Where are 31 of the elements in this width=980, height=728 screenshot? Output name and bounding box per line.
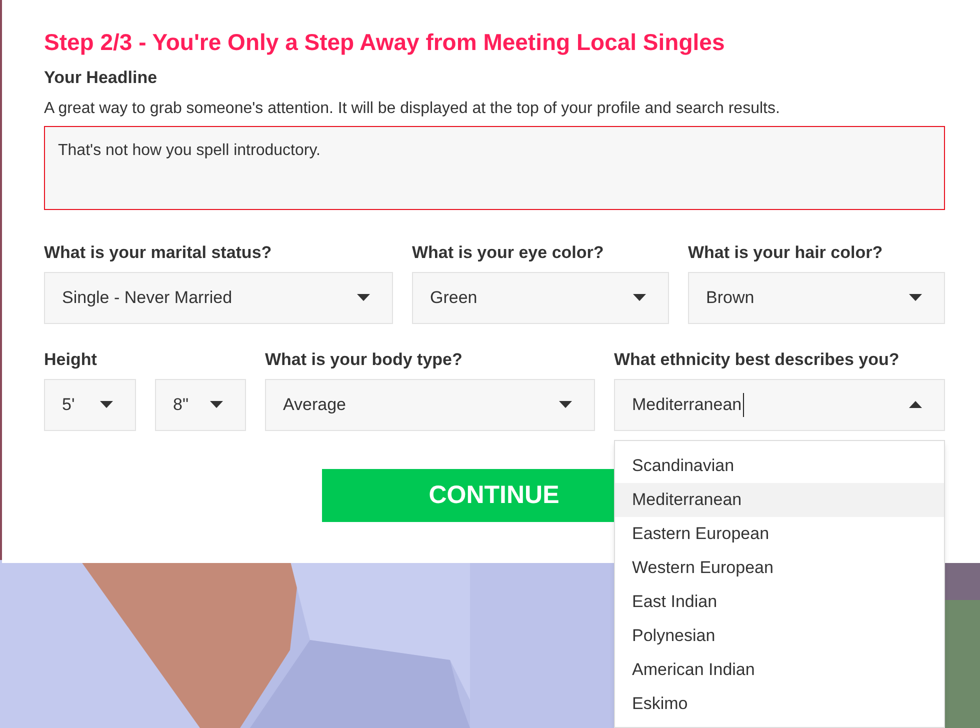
field-label: Height (44, 349, 98, 371)
headline-field[interactable]: That's not how you spell introductory. (44, 126, 945, 210)
select-field[interactable]: 5' (44, 379, 136, 431)
select-field[interactable]: Average (265, 379, 595, 431)
dropdown-option[interactable]: East Indian (615, 585, 944, 619)
dropdown-option[interactable]: Polynesian (615, 619, 944, 653)
field-label: Your Headline (44, 67, 158, 89)
dropdown-option[interactable]: Western European (615, 551, 944, 585)
text-cursor (742, 393, 744, 417)
field-label: What is your eye color? (412, 242, 605, 264)
select-field[interactable]: Mediterranean (614, 379, 945, 431)
caret-icon (633, 294, 646, 302)
dropdown-option[interactable]: Eskimo (615, 687, 944, 721)
step-title: Step 2/3 - You're Only a Step Away from Meeting Local Singles (44, 28, 726, 57)
caret-icon (559, 401, 572, 409)
select-field[interactable]: Green (412, 272, 669, 324)
field-label: What is your hair color? (688, 242, 884, 264)
dropdown-option[interactable]: Mediterranean (615, 483, 944, 517)
caret-icon (100, 401, 113, 409)
caret-icon (210, 401, 223, 409)
field-label: What is your marital status? (44, 242, 273, 264)
select-field[interactable]: Brown (688, 272, 945, 324)
select-field[interactable]: 8" (155, 379, 246, 431)
caret-icon (357, 294, 370, 302)
caret-icon (909, 401, 922, 409)
dropdown-option[interactable]: American Indian (615, 653, 944, 687)
select-field[interactable]: Single - Never Married (44, 272, 393, 324)
field-label: What ethnicity best describes you? (614, 349, 900, 371)
field-description: A great way to grab someone's attention. It will be displayed at the top of your profile and search results. (44, 99, 781, 119)
field-label: What is your body type? (265, 349, 464, 371)
caret-icon (909, 294, 922, 302)
